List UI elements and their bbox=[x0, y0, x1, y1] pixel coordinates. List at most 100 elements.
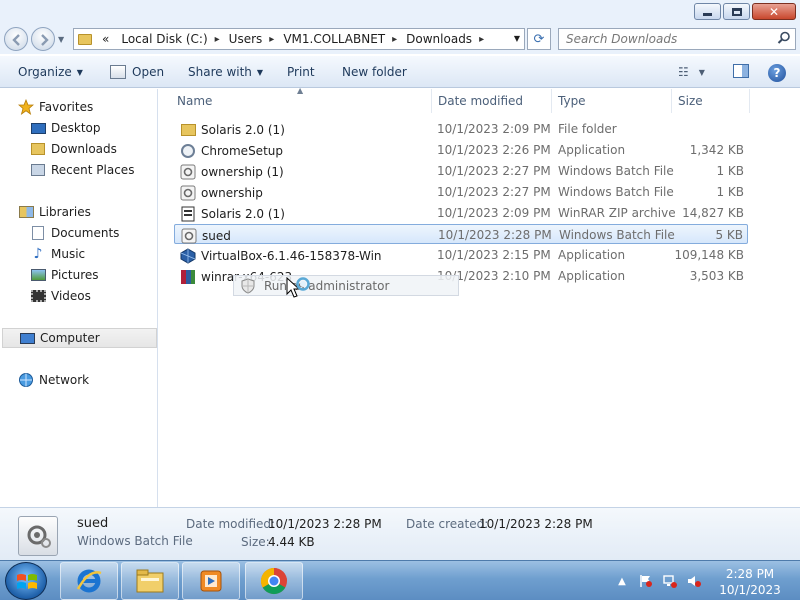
file-date: 10/1/2023 2:27 PM bbox=[437, 164, 551, 178]
minimize-button[interactable] bbox=[694, 3, 721, 20]
column-divider[interactable] bbox=[749, 89, 750, 113]
nav-favorites[interactable]: Favorites bbox=[18, 97, 174, 117]
file-row[interactable]: ownership (1) 10/1/2023 2:27 PM Windows … bbox=[174, 161, 748, 181]
close-button[interactable]: ✕ bbox=[752, 3, 796, 20]
file-name: Solaris 2.0 (1) bbox=[201, 123, 285, 137]
title-bar: ✕ bbox=[0, 0, 800, 24]
share-with-menu[interactable]: Share with ▼ bbox=[188, 65, 263, 79]
chevron-right-icon[interactable]: ▸ bbox=[213, 34, 222, 45]
batch-file-large-icon bbox=[18, 516, 58, 556]
breadcrumb-user-folder[interactable]: VM1.COLLABNET ▸ bbox=[278, 32, 399, 46]
column-size[interactable]: Size bbox=[678, 94, 703, 108]
column-divider[interactable] bbox=[671, 89, 672, 113]
taskbar-internet-explorer[interactable] bbox=[60, 562, 118, 600]
details-size-label: Size: bbox=[241, 535, 270, 549]
zip-archive-icon bbox=[180, 206, 196, 222]
file-row[interactable]: ChromeSetup 10/1/2023 2:26 PM Applicatio… bbox=[174, 140, 748, 160]
search-icon[interactable] bbox=[777, 31, 791, 45]
open-icon bbox=[110, 65, 126, 79]
organize-menu[interactable]: Organize ▼ bbox=[18, 65, 83, 79]
search-box[interactable] bbox=[558, 28, 796, 50]
details-file-type: Windows Batch File bbox=[77, 534, 193, 548]
column-name[interactable]: Name bbox=[177, 94, 212, 108]
show-hidden-icons-button[interactable]: ▲ bbox=[614, 573, 630, 589]
breadcrumb-users[interactable]: Users ▸ bbox=[224, 32, 277, 46]
address-dropdown-icon[interactable]: ▼ bbox=[514, 34, 520, 43]
file-row[interactable]: VirtualBox-6.1.46-158378-Win 10/1/2023 2… bbox=[174, 245, 748, 265]
details-date-created: 10/1/2023 2:28 PM bbox=[479, 517, 593, 531]
music-icon: ♪ bbox=[33, 246, 43, 262]
computer-icon bbox=[19, 331, 35, 345]
action-center-flag-icon[interactable] bbox=[638, 573, 654, 589]
file-type: Windows Batch File bbox=[558, 164, 674, 178]
videos-icon bbox=[30, 289, 46, 303]
refresh-icon: ⟳ bbox=[533, 31, 545, 47]
start-button[interactable] bbox=[5, 562, 47, 600]
column-type[interactable]: Type bbox=[558, 94, 586, 108]
recent-pages-dropdown[interactable]: ▼ bbox=[58, 35, 64, 44]
network-status-icon[interactable] bbox=[662, 573, 678, 589]
file-size: 5 KB bbox=[715, 228, 743, 242]
windows-logo-icon bbox=[17, 574, 37, 589]
nav-network[interactable]: Network bbox=[18, 370, 174, 390]
column-divider[interactable] bbox=[551, 89, 552, 113]
address-bar[interactable]: « Local Disk (C:) ▸ Users ▸ VM1.COLLABNET ▸… bbox=[73, 28, 525, 50]
column-date-modified[interactable]: Date modified bbox=[438, 94, 523, 108]
file-type: Application bbox=[558, 143, 626, 157]
file-row[interactable]: ownership 10/1/2023 2:27 PM Windows Batc… bbox=[174, 182, 748, 202]
batch-file-icon bbox=[180, 164, 196, 180]
print-button[interactable]: Print bbox=[287, 65, 315, 79]
chevron-down-icon: ▼ bbox=[256, 67, 264, 77]
file-row[interactable]: Solaris 2.0 (1) 10/1/2023 2:09 PM WinRAR… bbox=[174, 203, 748, 223]
open-button[interactable]: Open bbox=[110, 65, 164, 79]
forward-button[interactable] bbox=[31, 27, 55, 51]
chevron-right-icon[interactable]: ▸ bbox=[267, 34, 276, 45]
nav-computer[interactable]: Computer bbox=[2, 328, 157, 348]
file-size: 1 KB bbox=[716, 164, 744, 178]
taskbar: ▲ 2:28 PM 10/1/2023 bbox=[0, 560, 800, 600]
file-row-selected[interactable]: sued 10/1/2023 2:28 PM Windows Batch Fil… bbox=[174, 224, 748, 244]
file-name: VirtualBox-6.1.46-158378-Win bbox=[201, 249, 382, 263]
taskbar-file-explorer[interactable] bbox=[121, 562, 179, 600]
network-icon bbox=[18, 373, 34, 387]
file-size: 1 KB bbox=[716, 185, 744, 199]
file-size: 3,503 KB bbox=[689, 269, 744, 283]
file-name-cell: ChromeSetup bbox=[180, 143, 283, 159]
chevron-right-icon[interactable]: ▸ bbox=[477, 34, 486, 45]
taskbar-chrome[interactable] bbox=[245, 562, 303, 600]
search-input[interactable] bbox=[559, 29, 769, 49]
breadcrumb-overflow[interactable]: « bbox=[97, 32, 114, 46]
file-date: 10/1/2023 2:15 PM bbox=[437, 248, 551, 262]
clock[interactable]: 2:28 PM 10/1/2023 bbox=[714, 566, 786, 598]
new-folder-button[interactable]: New folder bbox=[342, 65, 407, 79]
nav-libraries[interactable]: Libraries bbox=[18, 202, 174, 222]
change-view-button[interactable]: ☷ ▼ bbox=[678, 65, 705, 79]
mouse-pointer-busy-icon bbox=[286, 277, 310, 298]
help-icon[interactable]: ? bbox=[768, 64, 786, 82]
chevron-down-icon: ▼ bbox=[698, 67, 705, 77]
file-size: 14,827 KB bbox=[682, 206, 744, 220]
file-name: Solaris 2.0 (1) bbox=[201, 207, 285, 221]
file-name-cell: sued bbox=[181, 228, 231, 244]
refresh-button[interactable]: ⟳ bbox=[527, 28, 551, 50]
maximize-icon bbox=[731, 7, 742, 16]
file-size: 1,342 KB bbox=[689, 143, 744, 157]
virtualbox-icon bbox=[180, 248, 196, 264]
taskbar-media-player[interactable] bbox=[182, 562, 240, 600]
maximize-button[interactable] bbox=[723, 3, 750, 20]
file-size: 109,148 KB bbox=[674, 248, 744, 262]
back-button[interactable] bbox=[4, 27, 28, 51]
volume-muted-icon[interactable] bbox=[686, 573, 702, 589]
chevron-right-icon[interactable]: ▸ bbox=[390, 34, 399, 45]
file-row[interactable]: Solaris 2.0 (1) 10/1/2023 2:09 PM File f… bbox=[174, 119, 748, 139]
column-divider[interactable] bbox=[431, 89, 432, 113]
breadcrumb-downloads[interactable]: Downloads ▸ bbox=[401, 32, 486, 46]
file-type: Application bbox=[558, 269, 626, 283]
preview-pane-button[interactable] bbox=[733, 64, 749, 78]
file-date: 10/1/2023 2:27 PM bbox=[437, 185, 551, 199]
file-name: ownership bbox=[201, 186, 263, 200]
media-player-icon bbox=[200, 570, 222, 592]
clock-time: 2:28 PM bbox=[725, 567, 775, 581]
details-date-created-label: Date created: bbox=[406, 517, 489, 531]
breadcrumb-local-disk[interactable]: Local Disk (C:) ▸ bbox=[116, 32, 221, 46]
